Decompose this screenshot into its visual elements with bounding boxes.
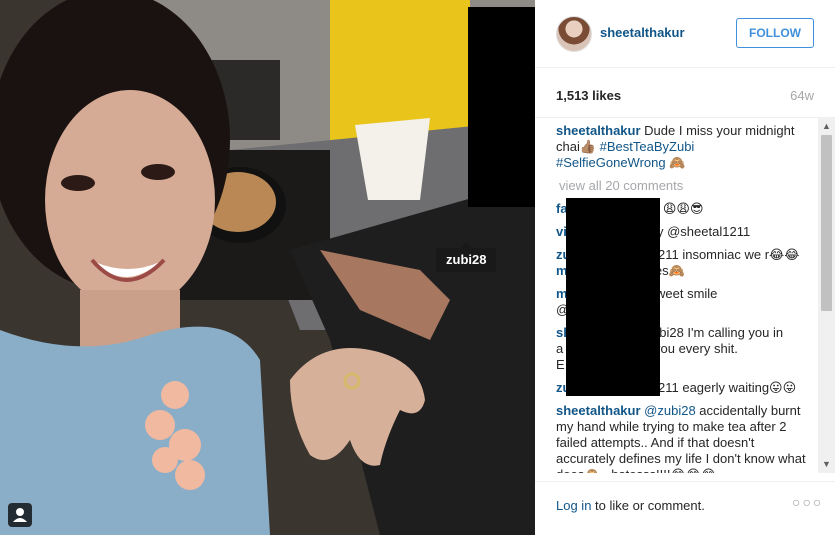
caption-emoji: 🙈 <box>665 155 686 170</box>
redaction-block <box>468 7 535 207</box>
view-all-comments-link[interactable]: view all 20 comments <box>559 178 683 193</box>
comment-text: you every shit. <box>654 341 738 356</box>
hashtag-link[interactable]: #BestTeaByZubi <box>600 139 695 154</box>
comment-username-link[interactable]: sheetalthakur <box>556 403 641 418</box>
comment-text: ubi28 I'm calling you in <box>652 325 784 340</box>
comment-text: 211 insomniac we r😂😂 <box>658 247 800 262</box>
caption-username-link[interactable]: sheetalthakur <box>556 123 641 138</box>
header-username-link[interactable]: sheetalthakur <box>600 25 685 40</box>
comment-text: y @sheetal1211 <box>657 224 751 239</box>
post-photo[interactable]: zubi28 <box>0 0 535 535</box>
login-prompt-text: to like or comment. <box>591 498 705 513</box>
post-stats: 1,513 likes 64w <box>535 68 835 118</box>
login-link[interactable]: Log in <box>556 498 591 513</box>
mention-link[interactable]: @zubi28 <box>644 403 696 418</box>
post-footer: Log in to like or comment. ○○○ <box>535 481 835 535</box>
comment-text: weet smile <box>656 286 718 301</box>
comment-text: 211 eagerly waiting😛😛 <box>658 380 797 395</box>
post-header: sheetalthakur FOLLOW <box>535 0 835 68</box>
follow-button[interactable]: FOLLOW <box>736 18 814 48</box>
caption: sheetalthakur Dude I miss your midnight … <box>556 123 806 171</box>
tagged-people-button[interactable] <box>8 503 32 527</box>
login-prompt: Log in to like or comment. <box>556 498 705 513</box>
scroll-up-icon[interactable]: ▲ <box>818 118 835 135</box>
post-age[interactable]: 64w <box>790 88 814 103</box>
comments-scrollbar[interactable]: ▲ ▼ <box>818 118 835 473</box>
comment-text: a <box>556 341 564 356</box>
comment-item: sheetalthakur @zubi28 accidentally burnt… <box>556 403 808 473</box>
scroll-thumb[interactable] <box>821 135 832 311</box>
person-icon <box>13 508 27 522</box>
more-options-icon[interactable]: ○○○ <box>792 494 823 510</box>
user-tag-label[interactable]: zubi28 <box>436 242 497 272</box>
comments-list: sheetalthakur Dude I miss your midnight … <box>535 118 835 473</box>
hashtag-link[interactable]: #SelfieGoneWrong <box>556 155 666 170</box>
post-side-panel: sheetalthakur FOLLOW 1,513 likes 64w she… <box>535 0 835 535</box>
likes-count[interactable]: 1,513 likes <box>556 88 621 103</box>
avatar[interactable] <box>556 16 592 52</box>
scroll-down-icon[interactable]: ▼ <box>818 456 835 473</box>
comment-text: E <box>556 357 565 372</box>
redaction-block <box>566 198 660 396</box>
